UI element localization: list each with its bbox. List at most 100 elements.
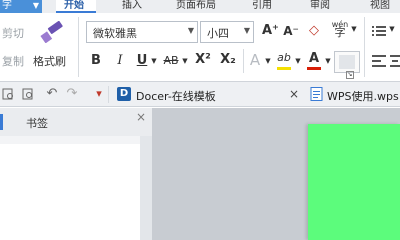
docer-logo-letter: D	[119, 88, 129, 99]
chevron-down-icon: ▼	[187, 26, 194, 35]
copy-button[interactable]: 复制	[2, 53, 24, 69]
doc-tab-wps-label: WPS使用.wps	[327, 90, 399, 103]
underline-label: U	[136, 53, 148, 68]
group-divider	[243, 49, 244, 73]
tab-bookmarks[interactable]: 书签	[26, 115, 48, 131]
copy-label: 复制	[2, 55, 24, 68]
text-effect-label: A	[249, 51, 261, 69]
font-color-button[interactable]: A	[306, 51, 322, 73]
close-tab-button[interactable]: ×	[289, 87, 299, 101]
font-dialog-launcher-icon[interactable]: ↘	[346, 71, 354, 79]
chevron-down-icon[interactable]: ▼	[388, 25, 396, 33]
font-color-label: A	[308, 51, 320, 66]
highlight-icon: ab	[276, 51, 292, 64]
group-divider	[78, 17, 79, 77]
chevron-down-icon[interactable]: ▼	[181, 57, 189, 65]
highlight-button[interactable]: ab	[276, 51, 292, 73]
print-icon[interactable]	[22, 88, 34, 100]
tab-home-label: 开始	[64, 0, 84, 11]
tab-references[interactable]: 引用	[252, 0, 286, 13]
strikethrough-button[interactable]: AB	[162, 54, 180, 67]
tab-review-label: 审阅	[310, 0, 330, 11]
font-size-select[interactable]: 小四 ▼	[200, 21, 254, 43]
chevron-down-icon: ▼	[243, 26, 250, 35]
tab-view[interactable]: 视图	[370, 0, 400, 13]
superscript-button[interactable]: X²	[194, 52, 212, 67]
character-shading-button[interactable]	[334, 51, 360, 73]
chevron-down-icon[interactable]: ▼	[150, 57, 158, 65]
cut-label: 剪切	[2, 27, 24, 40]
text-effect-button[interactable]: A	[248, 51, 262, 69]
chevron-down-icon[interactable]: ▼	[294, 57, 302, 65]
align-center-icon[interactable]	[390, 55, 400, 67]
bold-button[interactable]: B	[90, 53, 102, 68]
format-painter-button[interactable]: 格式刷	[33, 53, 66, 69]
ribbon-toolbar: 剪切 复制 格式刷 微软雅黑 ▼ 小四 ▼ A⁺ A⁻ ◇ wén 字 ▼ ▼ B…	[0, 13, 400, 82]
shrink-font-button[interactable]: A⁻	[283, 24, 299, 38]
shrink-font-label: A⁻	[283, 24, 299, 38]
chevron-down-icon[interactable]: ▼	[324, 57, 332, 65]
tab-review[interactable]: 审阅	[310, 0, 344, 13]
superscript-label: X²	[195, 52, 211, 67]
quick-access-bar: ↶ ↷ ▾ D Docer-在线模板 × WPS使用.wps	[0, 82, 400, 107]
highlight-label: ab	[277, 51, 291, 64]
tab-insert[interactable]: 插入	[122, 0, 162, 13]
bold-label: B	[91, 53, 101, 68]
font-color-icon: A	[306, 51, 322, 66]
font-name-select[interactable]: 微软雅黑 ▼	[86, 21, 198, 43]
grow-font-button[interactable]: A⁺	[262, 23, 279, 38]
close-icon: ×	[136, 110, 147, 124]
tab-references-label: 引用	[252, 0, 272, 11]
italic-button[interactable]: I	[114, 53, 126, 68]
app-menu-button[interactable]: 字 ▼	[0, 0, 42, 13]
font-color-bar	[307, 67, 321, 70]
tab-page-layout[interactable]: 页面布局	[176, 0, 236, 13]
shading-icon	[339, 55, 355, 69]
doc-tab-docer[interactable]: Docer-在线模板	[136, 88, 216, 104]
document-page[interactable]	[308, 124, 400, 240]
tab-view-label: 视图	[370, 0, 390, 11]
doc-tab-wps[interactable]: WPS使用.wps	[327, 88, 399, 104]
subscript-label: X₂	[220, 52, 236, 67]
app-menu-label: 字	[2, 0, 12, 11]
italic-label: I	[117, 53, 123, 68]
align-left-icon[interactable]	[372, 55, 386, 67]
subscript-button[interactable]: X₂	[219, 52, 237, 67]
highlight-color-bar	[277, 67, 291, 70]
nav-pane-tabstrip: 书签 ×	[0, 108, 152, 136]
cut-button[interactable]: 剪切	[2, 25, 24, 41]
pinyin-guide-button[interactable]: wén 字	[330, 21, 350, 39]
bookmark-list	[0, 144, 141, 240]
tab-bookmarks-label: 书签	[26, 117, 48, 130]
grow-font-label: A⁺	[262, 23, 279, 38]
clear-format-icon[interactable]: ◇	[306, 23, 322, 38]
undo-icon[interactable]: ↶	[46, 87, 58, 100]
group-divider	[108, 86, 109, 103]
docer-logo-icon: D	[117, 87, 131, 101]
doc-tab-docer-label: Docer-在线模板	[136, 90, 216, 103]
strikethrough-label: AB	[163, 54, 179, 67]
chevron-down-icon[interactable]: ▼	[264, 57, 272, 65]
print-preview-icon[interactable]	[2, 88, 14, 100]
list-icon[interactable]	[372, 25, 386, 37]
redo-icon[interactable]: ↷	[66, 87, 78, 100]
format-painter-label: 格式刷	[33, 55, 66, 68]
tab-home[interactable]: 开始	[56, 0, 96, 13]
clear-format-glyph: ◇	[309, 23, 319, 38]
wps-document-icon	[310, 87, 324, 101]
active-tab-indicator	[0, 114, 3, 130]
chevron-down-icon: ▼	[32, 1, 39, 10]
tab-insert-label: 插入	[122, 0, 142, 11]
font-name-value: 微软雅黑	[93, 27, 137, 40]
group-divider	[364, 49, 365, 73]
chevron-down-icon[interactable]: ▼	[350, 25, 358, 33]
format-painter-icon[interactable]	[36, 20, 70, 44]
close-pane-button[interactable]: ×	[136, 110, 146, 124]
menu-tab-bar: 字 ▼ 开始 插入 页面布局 引用 审阅 视图	[0, 0, 400, 13]
nav-pane-scrollbar[interactable]	[140, 136, 152, 240]
navigation-pane: 书签 ×	[0, 108, 152, 240]
customize-dropdown-icon[interactable]: ▾	[93, 88, 105, 100]
font-size-value: 小四	[207, 27, 229, 40]
underline-button[interactable]: U	[136, 53, 148, 68]
close-icon: ×	[289, 87, 300, 101]
